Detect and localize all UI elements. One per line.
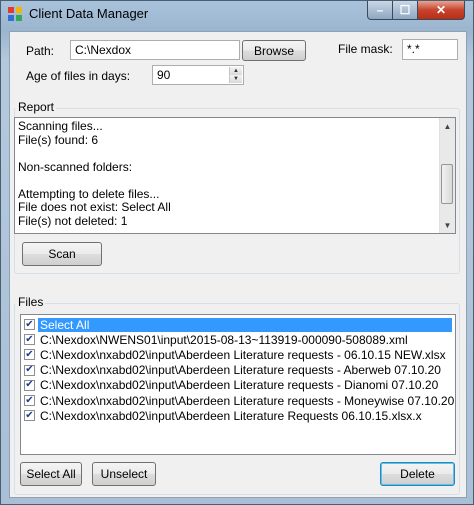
checkbox-checked-icon[interactable]: ✔: [24, 395, 35, 407]
scroll-down-icon[interactable]: ▼: [440, 217, 455, 233]
list-item[interactable]: ✔ C:\Nexdox\nxabd02\input\Aberdeen Liter…: [21, 363, 455, 378]
report-line: [15, 147, 455, 161]
file-label: C:\Nexdox\NWENS01\input\2015-08-13~11391…: [40, 332, 408, 347]
age-label: Age of files in days:: [26, 69, 131, 83]
checkbox-checked-icon[interactable]: ✔: [24, 410, 35, 422]
file-label: C:\Nexdox\nxabd02\input\Aberdeen Literat…: [40, 393, 455, 408]
app-window: Client Data Manager – ☐ ✕ Path: C:\Nexdo…: [0, 0, 474, 505]
age-down-icon[interactable]: ▼: [229, 75, 242, 83]
checkbox-checked-icon[interactable]: ✔: [24, 364, 35, 376]
scroll-up-icon[interactable]: ▲: [440, 118, 455, 134]
list-item[interactable]: ✔ Select All: [21, 317, 455, 332]
age-value: 90: [157, 68, 171, 82]
age-stepper[interactable]: 90 ▲ ▼: [152, 65, 244, 85]
scrollbar-thumb[interactable]: [441, 164, 453, 204]
file-label: C:\Nexdox\nxabd02\input\Aberdeen Literat…: [40, 408, 422, 423]
file-label: C:\Nexdox\nxabd02\input\Aberdeen Literat…: [40, 363, 441, 378]
window-title: Client Data Manager: [29, 6, 149, 21]
form-body: Path: C:\Nexdox Browse File mask: *.* Ag…: [9, 31, 467, 498]
list-item[interactable]: ✔ C:\Nexdox\nxabd02\input\Aberdeen Liter…: [21, 408, 455, 423]
maximize-button[interactable]: ☐: [392, 1, 418, 20]
file-label: C:\Nexdox\nxabd02\input\Aberdeen Literat…: [40, 378, 439, 393]
report-scrollbar[interactable]: ▲ ▼: [439, 118, 455, 233]
checkbox-checked-icon[interactable]: ✔: [24, 334, 35, 346]
checkbox-checked-icon[interactable]: ✔: [24, 349, 35, 361]
files-title: Files: [16, 295, 46, 309]
select-all-button[interactable]: Select All: [20, 462, 82, 486]
browse-button[interactable]: Browse: [242, 40, 306, 61]
list-item[interactable]: ✔ C:\Nexdox\nxabd02\input\Aberdeen Liter…: [21, 378, 455, 393]
report-line: Scanning files...: [18, 119, 103, 133]
report-title: Report: [16, 100, 57, 114]
title-bar[interactable]: Client Data Manager – ☐ ✕: [1, 1, 473, 27]
report-line: File(s) not deleted: 1: [18, 213, 128, 228]
scan-button[interactable]: Scan: [22, 242, 102, 266]
file-label: Select All: [38, 317, 452, 332]
app-icon: [8, 7, 22, 21]
file-mask-label: File mask:: [338, 42, 393, 56]
checkbox-checked-icon[interactable]: ✔: [24, 379, 35, 391]
checkbox-checked-icon[interactable]: ✔: [24, 319, 35, 331]
close-button[interactable]: ✕: [417, 1, 465, 20]
path-label: Path:: [26, 44, 55, 58]
file-mask-input[interactable]: *.*: [402, 39, 458, 60]
report-line: Non-scanned folders:: [18, 159, 133, 174]
report-line: [15, 174, 455, 188]
list-item[interactable]: ✔ C:\Nexdox\NWENS01\input\2015-08-13~113…: [21, 332, 455, 347]
report-line: File does not exist: Select All: [18, 200, 171, 214]
unselect-button[interactable]: Unselect: [92, 462, 156, 486]
delete-button[interactable]: Delete: [380, 462, 455, 486]
file-label: C:\Nexdox\nxabd02\input\Aberdeen Literat…: [40, 347, 446, 362]
list-item[interactable]: ✔ C:\Nexdox\nxabd02\input\Aberdeen Liter…: [21, 347, 455, 362]
files-checklist[interactable]: ✔ Select All ✔ C:\Nexdox\NWENS01\input\2…: [20, 314, 456, 455]
report-line: Attempting to delete files...: [18, 186, 160, 201]
minimize-button[interactable]: –: [367, 1, 393, 20]
report-line: File(s) found: 6: [18, 132, 99, 147]
path-input[interactable]: C:\Nexdox: [70, 40, 240, 60]
list-item[interactable]: ✔ C:\Nexdox\nxabd02\input\Aberdeen Liter…: [21, 393, 455, 408]
report-textarea[interactable]: Scanning files... File(s) found: 6 Non-s…: [14, 117, 456, 234]
